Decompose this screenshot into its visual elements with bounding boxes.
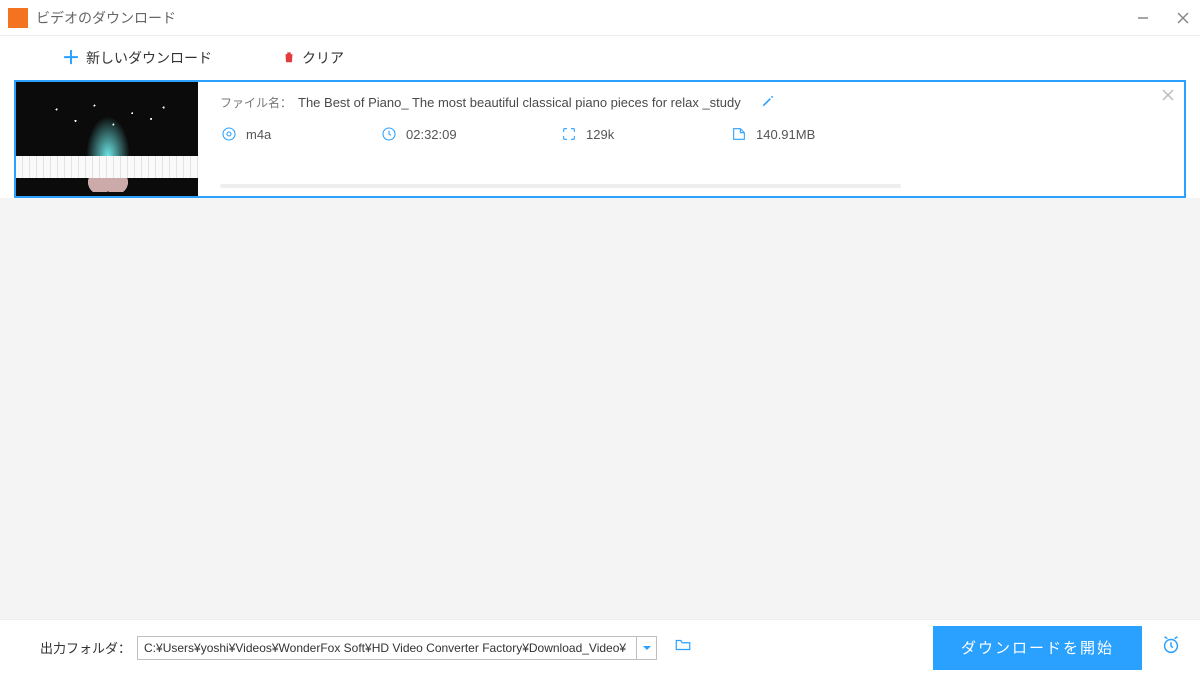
meta-resolution: 129k	[560, 125, 730, 143]
filename-label: ファイル名：	[220, 94, 292, 111]
titlebar: ビデオのダウンロード	[0, 0, 1200, 36]
output-folder-label: 出力フォルダ：	[40, 638, 131, 657]
output-folder-combobox[interactable]: C:¥Users¥yoshi¥Videos¥WonderFox Soft¥HD …	[137, 636, 657, 660]
empty-area	[0, 198, 1200, 619]
app-icon	[8, 8, 28, 28]
new-download-label: 新しいダウンロード	[86, 48, 212, 68]
footer: 出力フォルダ： C:¥Users¥yoshi¥Videos¥WonderFox …	[0, 619, 1200, 675]
output-folder-path: C:¥Users¥yoshi¥Videos¥WonderFox Soft¥HD …	[138, 641, 636, 655]
format-value: m4a	[246, 127, 271, 142]
remove-item-button[interactable]	[1162, 88, 1174, 106]
duration-value: 02:32:09	[406, 127, 457, 142]
browse-folder-button[interactable]	[673, 636, 693, 659]
plus-icon: ＋	[62, 49, 80, 67]
progress-bar	[220, 184, 901, 188]
meta-row: m4a 02:32:09 129k	[220, 125, 1166, 143]
start-download-button[interactable]: ダウンロードを開始	[933, 626, 1142, 670]
scheduler-button[interactable]	[1160, 634, 1182, 661]
clear-label: クリア	[302, 48, 344, 68]
filesize-icon	[730, 125, 748, 143]
resolution-icon	[560, 125, 578, 143]
format-icon	[220, 125, 238, 143]
toolbar: ＋ 新しいダウンロード クリア	[0, 36, 1200, 80]
close-button[interactable]	[1174, 9, 1192, 27]
video-thumbnail	[16, 82, 198, 196]
meta-format: m4a	[220, 125, 380, 143]
clock-icon	[380, 125, 398, 143]
filesize-value: 140.91MB	[756, 127, 815, 142]
item-body: ファイル名： The Best of Piano_ The most beaut…	[198, 82, 1184, 196]
app-window: ビデオのダウンロード ＋ 新しいダウンロード クリア	[0, 0, 1200, 675]
meta-duration: 02:32:09	[380, 125, 560, 143]
minimize-button[interactable]	[1134, 9, 1152, 27]
resolution-value: 129k	[586, 127, 614, 142]
trash-icon	[282, 50, 296, 67]
edit-filename-button[interactable]	[761, 94, 775, 111]
window-controls	[1134, 9, 1192, 27]
window-title: ビデオのダウンロード	[36, 8, 176, 28]
meta-filesize: 140.91MB	[730, 125, 890, 143]
download-item[interactable]: ファイル名： The Best of Piano_ The most beaut…	[14, 80, 1186, 198]
new-download-button[interactable]: ＋ 新しいダウンロード	[62, 48, 212, 68]
download-list: ファイル名： The Best of Piano_ The most beaut…	[0, 80, 1200, 198]
filename-row: ファイル名： The Best of Piano_ The most beaut…	[220, 94, 1166, 111]
start-download-label: ダウンロードを開始	[961, 637, 1114, 658]
output-folder-dropdown[interactable]	[636, 637, 656, 659]
clear-button[interactable]: クリア	[282, 48, 344, 68]
filename-text: The Best of Piano_ The most beautiful cl…	[298, 95, 741, 110]
